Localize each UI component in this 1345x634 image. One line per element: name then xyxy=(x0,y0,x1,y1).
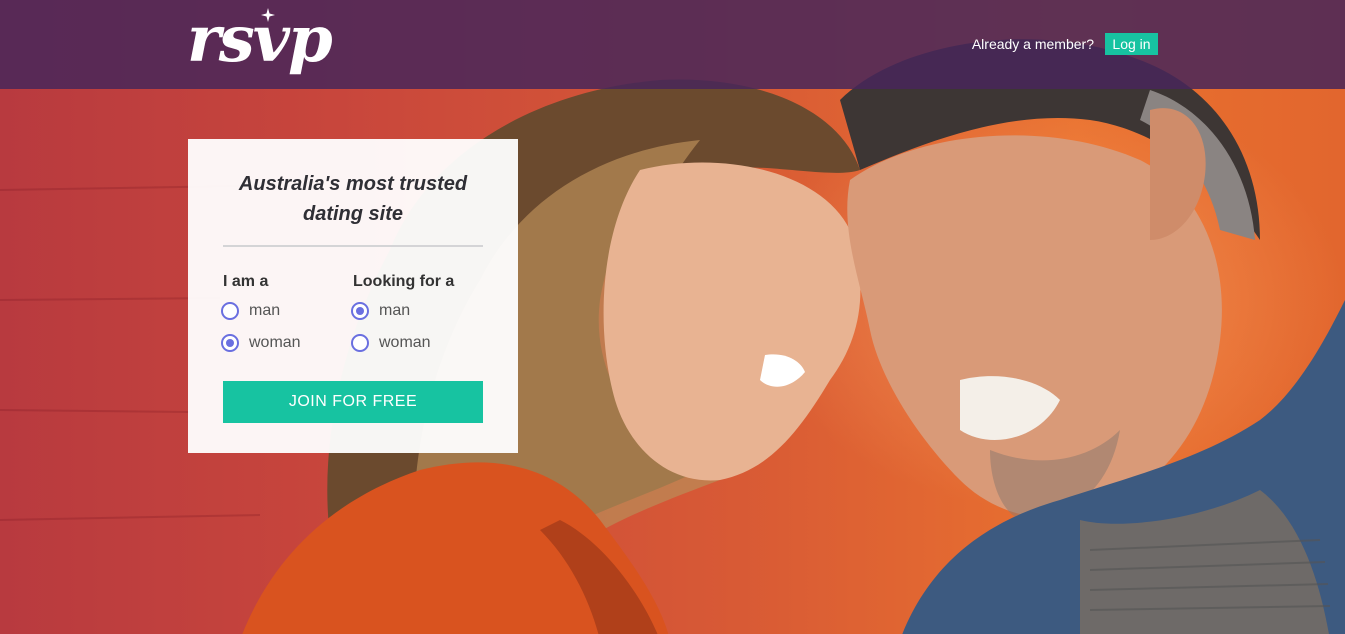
radio-button[interactable] xyxy=(351,302,369,320)
radio-label: man xyxy=(379,302,411,319)
looking-for-label: Looking for a xyxy=(353,273,455,290)
already-member-text: Already a member? xyxy=(971,36,1094,52)
looking-for-man-radio[interactable]: man xyxy=(351,299,410,323)
signup-card: Australia's most trusted dating site I a… xyxy=(188,139,518,453)
looking-for-woman-radio[interactable]: woman xyxy=(351,331,431,355)
radio-button[interactable] xyxy=(221,334,239,352)
sparkle-icon xyxy=(261,8,275,22)
i-am-label: I am a xyxy=(223,273,269,290)
radio-label: man xyxy=(249,302,281,319)
radio-button[interactable] xyxy=(351,334,369,352)
rsvp-logo[interactable]: rsvp xyxy=(187,2,333,78)
i-am-woman-radio[interactable]: woman xyxy=(221,331,301,355)
top-navigation-bar: rsvp Already a member? Log in xyxy=(0,0,1345,89)
join-for-free-button[interactable]: JOIN FOR FREE xyxy=(223,381,483,423)
radio-label: woman xyxy=(249,334,301,351)
radio-button[interactable] xyxy=(221,302,239,320)
login-button[interactable]: Log in xyxy=(1105,33,1158,55)
card-headline: Australia's most trusted dating site xyxy=(238,173,468,225)
radio-label: woman xyxy=(379,334,431,351)
logo-text: rsvp xyxy=(187,2,333,77)
i-am-man-radio[interactable]: man xyxy=(221,299,280,323)
divider xyxy=(223,245,483,247)
